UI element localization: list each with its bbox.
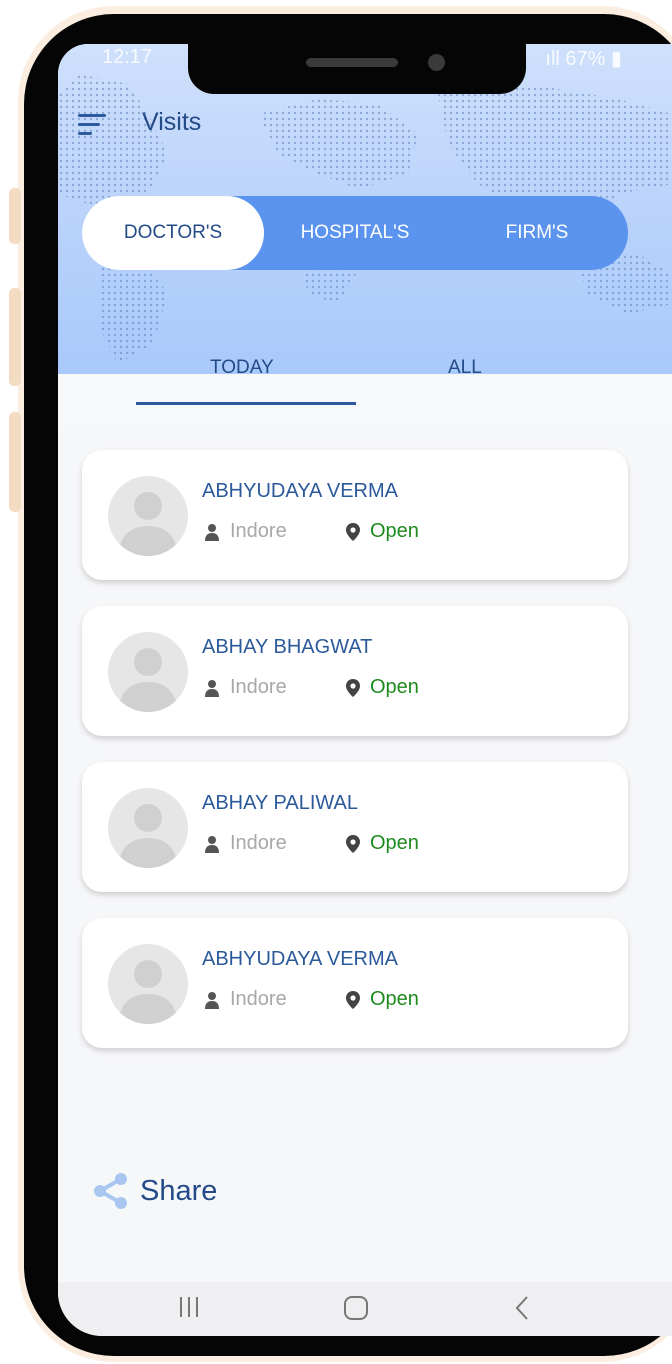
user-icon — [205, 991, 219, 1009]
visit-card[interactable]: ABHYUDAYA VERMA Indore Open — [82, 450, 628, 580]
visit-status: Open — [346, 520, 419, 543]
location-pin-icon — [346, 834, 360, 853]
visit-status: Open — [346, 832, 419, 855]
visit-card[interactable]: ABHAY BHAGWAT Indore Open — [82, 606, 628, 736]
recents-icon[interactable] — [176, 1294, 202, 1320]
phone-side-button — [9, 288, 21, 386]
share-button[interactable]: Share — [92, 1172, 217, 1210]
visit-status: Open — [346, 676, 419, 699]
visit-city: Indore — [204, 988, 287, 1011]
visit-city: Indore — [204, 676, 287, 699]
visit-name: ABHYUDAYA VERMA — [202, 480, 398, 502]
segment-doctors[interactable]: DOCTOR'S — [82, 196, 264, 270]
front-camera — [428, 54, 445, 71]
visit-card[interactable]: ABHAY PALIWAL Indore Open — [82, 762, 628, 892]
status-time: 12:17 — [102, 46, 153, 68]
user-icon — [205, 523, 219, 541]
avatar — [108, 632, 188, 712]
tab-today[interactable]: TODAY — [210, 357, 274, 379]
segment-firms[interactable]: FIRM'S — [446, 196, 628, 270]
user-icon — [205, 835, 219, 853]
user-icon — [205, 679, 219, 697]
share-icon — [94, 1173, 127, 1209]
phone-side-button — [9, 188, 21, 244]
visit-status: Open — [346, 988, 419, 1011]
page-title: Visits — [142, 108, 202, 136]
back-icon[interactable] — [512, 1294, 532, 1322]
tab-all[interactable]: ALL — [448, 357, 482, 379]
visit-city: Indore — [204, 832, 287, 855]
visit-card[interactable]: ABHYUDAYA VERMA Indore Open — [82, 918, 628, 1048]
app-screen: 12:17 ıll 67% ▮ Visits DOCTOR'S HOSPITAL… — [58, 44, 672, 1336]
visit-name: ABHAY BHAGWAT — [202, 636, 373, 658]
segment-hospitals[interactable]: HOSPITAL'S — [266, 196, 444, 270]
phone-side-button — [9, 412, 21, 512]
avatar — [108, 476, 188, 556]
avatar — [108, 944, 188, 1024]
visit-name: ABHYUDAYA VERMA — [202, 948, 398, 970]
share-label: Share — [140, 1174, 218, 1207]
location-pin-icon — [346, 990, 360, 1009]
menu-icon[interactable] — [78, 114, 106, 136]
active-tab-indicator — [136, 402, 356, 405]
category-segmented-control: DOCTOR'S HOSPITAL'S FIRM'S — [82, 196, 628, 270]
home-icon[interactable] — [342, 1294, 370, 1322]
phone-notch — [188, 44, 526, 94]
status-battery: ıll 67% ▮ — [545, 48, 622, 70]
visit-name: ABHAY PALIWAL — [202, 792, 358, 814]
location-pin-icon — [346, 522, 360, 541]
system-nav-bar — [58, 1282, 672, 1336]
visit-tabs — [58, 374, 672, 426]
location-pin-icon — [346, 678, 360, 697]
avatar — [108, 788, 188, 868]
visit-city: Indore — [204, 520, 287, 543]
speaker — [306, 58, 398, 67]
